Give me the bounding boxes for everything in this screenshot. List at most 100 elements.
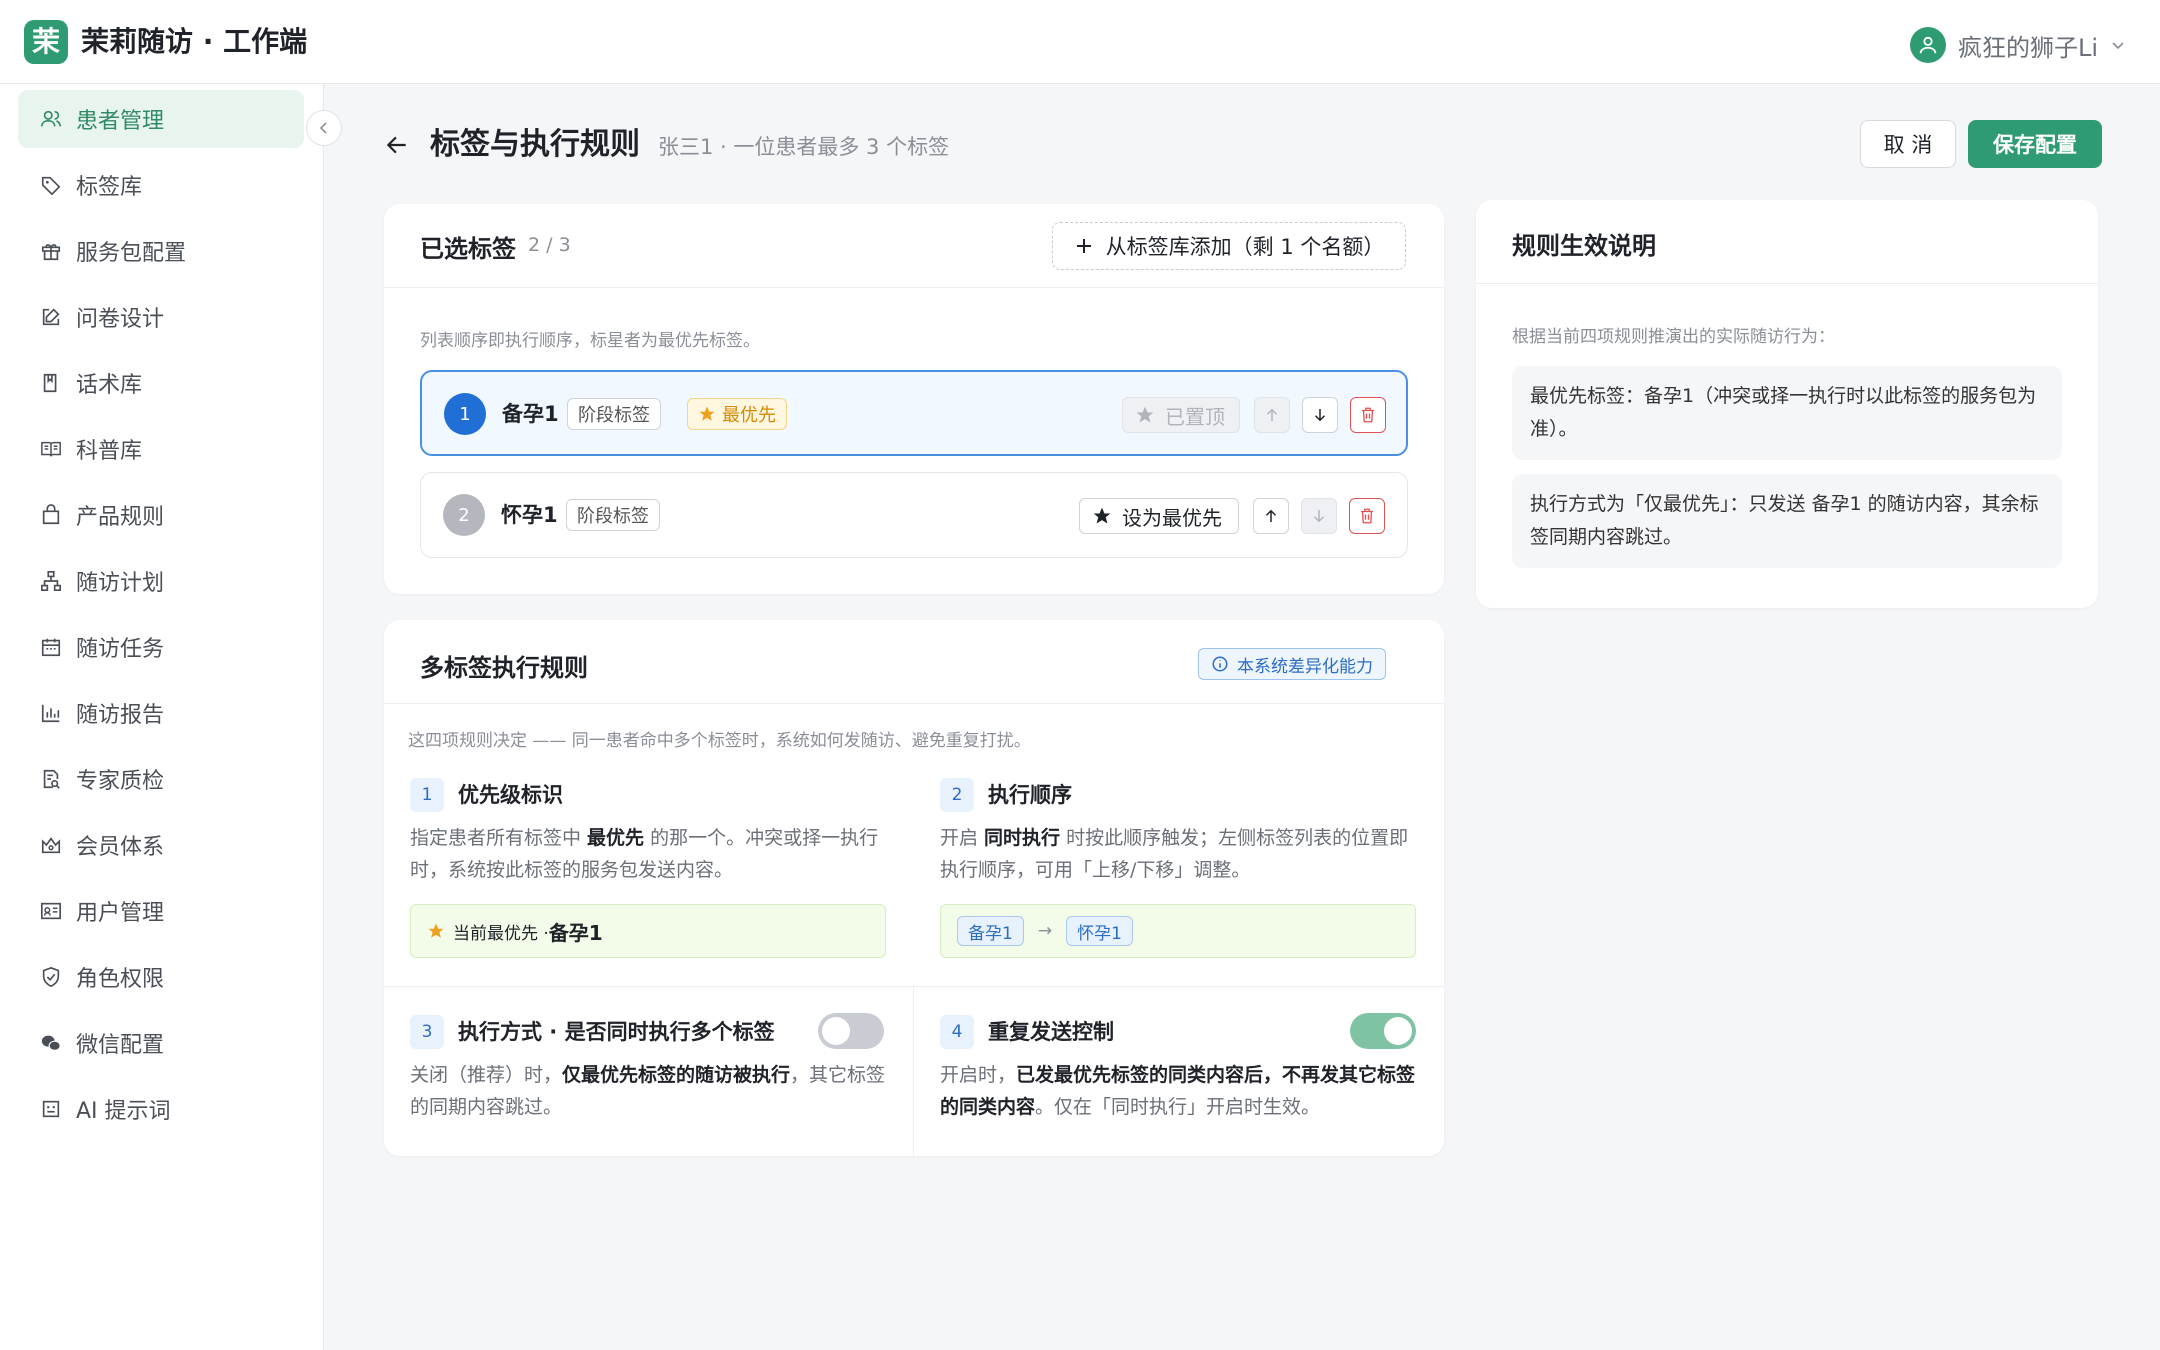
sidebar-item-science[interactable]: 科普库 <box>18 420 304 478</box>
divider <box>384 986 1444 987</box>
badge-label: 最优先 <box>722 405 776 426</box>
sidebar-item-label: 会员体系 <box>76 835 165 860</box>
calendar-icon <box>41 638 61 657</box>
sidebar-item-label: 标签库 <box>76 175 143 200</box>
gift-icon <box>41 244 61 261</box>
sidebar-item-questionnaire[interactable]: 问卷设计 <box>18 288 304 346</box>
cancel-button[interactable]: 取 消 <box>1860 120 1956 168</box>
move-up-button[interactable] <box>1254 397 1290 433</box>
rule-execution-mode: 3 执行方式 · 是否同时执行多个标签 关闭（推荐）时，仅最优先标签的随访被执行… <box>410 1013 890 1135</box>
sidebar-collapse-button[interactable] <box>306 110 342 146</box>
sidebar-item-membership[interactable]: 会员体系 <box>18 816 304 874</box>
explanation-intro: 根据当前四项规则推演出的实际随访行为： <box>1512 327 1835 347</box>
rule-description: 关闭（推荐）时，仅最优先标签的随访被执行，其它标签的同期内容跳过。 <box>410 1064 886 1118</box>
flow-tag-chip: 备孕1 <box>957 916 1024 946</box>
user-icon <box>1919 36 1937 54</box>
chevron-down-icon <box>2112 42 2124 50</box>
tag-row: 1 备孕1 阶段标签 最优先 已置顶 <box>420 370 1408 456</box>
rules-title: 多标签执行规则 <box>420 654 588 682</box>
sidebar-item-label: 服务包配置 <box>76 241 187 266</box>
wechat-icon <box>41 1035 61 1051</box>
rule-title: 优先级标识 <box>458 783 563 807</box>
add-from-library-button[interactable]: 从标签库添加（剩 1 个名额） <box>1052 222 1406 270</box>
set-top-label: 设为最优先 <box>1122 505 1222 530</box>
selected-tags-title: 已选标签 <box>420 235 516 263</box>
box-value: 备孕1 <box>548 920 603 945</box>
delete-tag-button[interactable] <box>1349 498 1385 534</box>
id-card-icon <box>41 902 61 920</box>
sidebar-item-followup-task[interactable]: 随访任务 <box>18 618 304 676</box>
back-button[interactable] <box>380 128 414 162</box>
trash-icon <box>1362 407 1374 423</box>
flow-tag-chip: 怀孕1 <box>1066 916 1133 946</box>
file-search-icon <box>43 769 60 789</box>
sidebar-item-roles[interactable]: 角色权限 <box>18 948 304 1006</box>
app-logo: 茉 <box>24 20 68 64</box>
box-label: 当前最优先 · <box>453 923 549 944</box>
toggle-knob <box>822 1017 850 1045</box>
robot-icon <box>42 1100 60 1118</box>
page-title: 标签与执行规则 <box>430 127 640 162</box>
sidebar-item-label: 随访计划 <box>76 571 165 596</box>
sidebar-item-followup-plan[interactable]: 随访计划 <box>18 552 304 610</box>
sidebar-item-users[interactable]: 用户管理 <box>18 882 304 940</box>
arrow-down-icon <box>1314 409 1326 422</box>
rule-priority: 1 优先级标识 指定患者所有标签中 最优先 的那一个。冲突或择一执行时，系统按此… <box>410 778 890 968</box>
rule-title: 执行顺序 <box>988 783 1072 807</box>
sidebar-item-label: AI 提示词 <box>76 1099 171 1124</box>
sidebar-item-service-package[interactable]: 服务包配置 <box>18 222 304 280</box>
simultaneous-execution-toggle[interactable] <box>818 1013 884 1049</box>
badge-label: 本系统差异化能力 <box>1237 656 1373 677</box>
rule-number: 4 <box>940 1015 974 1049</box>
arrow-up-icon <box>1265 509 1277 522</box>
sidebar: 患者管理 标签库 服务包配置 问卷设计 话术库 科普库 产品规则 随访计划 随访… <box>0 84 324 1350</box>
avatar <box>1909 27 1946 63</box>
sidebar-item-followup-report[interactable]: 随访报告 <box>18 684 304 742</box>
chevron-left-icon <box>319 122 327 134</box>
rule-number: 2 <box>940 778 974 812</box>
move-down-button[interactable] <box>1301 498 1337 534</box>
divider <box>913 986 914 1156</box>
sidebar-item-tags[interactable]: 标签库 <box>18 156 304 214</box>
delete-tag-button[interactable] <box>1350 397 1386 433</box>
trash-icon <box>1361 508 1373 524</box>
sidebar-item-label: 随访报告 <box>76 703 165 728</box>
sidebar-item-expert-qc[interactable]: 专家质检 <box>18 750 304 808</box>
plus-icon <box>1076 239 1091 253</box>
user-group-icon <box>41 110 61 127</box>
rule-description: 指定患者所有标签中 最优先 的那一个。冲突或择一执行时，系统按此标签的服务包发送… <box>410 827 879 881</box>
sidebar-item-label: 用户管理 <box>76 901 165 926</box>
rule-duplicate-control: 4 重复发送控制 开启时，已发最优先标签的同类内容后，不再发其它标签的同类内容。… <box>940 1013 1420 1135</box>
sidebar-item-label: 专家质检 <box>76 769 165 794</box>
info-icon <box>1212 656 1228 672</box>
move-up-button[interactable] <box>1253 498 1289 534</box>
tag-type-chip: 阶段标签 <box>566 499 660 531</box>
tag-row: 2 怀孕1 阶段标签 设为最优先 <box>420 472 1408 558</box>
set-top-priority-button[interactable]: 设为最优先 <box>1079 498 1239 534</box>
user-menu[interactable]: 疯狂的狮子Li <box>1909 26 2126 64</box>
sidebar-item-patients[interactable]: 患者管理 <box>18 90 304 148</box>
duplicate-control-toggle[interactable] <box>1350 1013 1416 1049</box>
star-icon <box>1093 507 1111 524</box>
user-name: 疯狂的狮子Li <box>1957 33 2098 62</box>
sidebar-item-label: 问卷设计 <box>76 307 165 332</box>
differentiation-badge: 本系统差异化能力 <box>1198 648 1386 680</box>
move-down-button[interactable] <box>1302 397 1338 433</box>
org-chart-icon <box>41 571 61 591</box>
sidebar-item-label: 随访任务 <box>76 637 165 662</box>
bag-icon <box>42 504 60 525</box>
current-priority-box: 当前最优先 · 备孕1 <box>410 904 886 958</box>
tag-type-chip: 阶段标签 <box>567 398 661 430</box>
rule-description: 开启时，已发最优先标签的同类内容后，不再发其它标签的同类内容。仅在「同时执行」开… <box>940 1064 1416 1118</box>
save-config-button[interactable]: 保存配置 <box>1968 120 2102 168</box>
sidebar-item-wechat[interactable]: 微信配置 <box>18 1014 304 1072</box>
pinned-button[interactable]: 已置顶 <box>1122 397 1240 433</box>
sidebar-item-scripts[interactable]: 话术库 <box>18 354 304 412</box>
rules-intro: 这四项规则决定 —— 同一患者命中多个标签时，系统如何发随访、避免重复打扰。 <box>408 731 1031 751</box>
tag-name: 怀孕1 <box>501 503 558 527</box>
sidebar-item-product-rules[interactable]: 产品规则 <box>18 486 304 544</box>
explanation-title: 规则生效说明 <box>1512 232 1656 260</box>
sidebar-item-ai-prompts[interactable]: AI 提示词 <box>18 1080 304 1138</box>
add-button-label: 从标签库添加（剩 1 个名额） <box>1105 235 1385 259</box>
arrow-left-icon <box>386 136 406 154</box>
